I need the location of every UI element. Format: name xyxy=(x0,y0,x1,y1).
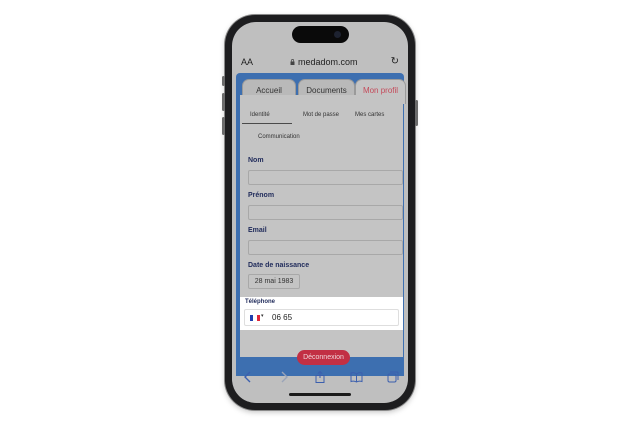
webpage: Accueil Documents Mon profil Identité Mo… xyxy=(236,73,406,376)
camera-icon xyxy=(334,31,341,38)
telephone-section: Téléphone ▾ 06 65 xyxy=(240,297,403,330)
dynamic-island xyxy=(292,26,349,43)
telephone-input[interactable]: ▾ 06 65 xyxy=(244,309,399,326)
volume-down-button xyxy=(222,117,225,135)
nom-field[interactable] xyxy=(248,170,403,185)
phone-screen: AA medadom.com ↻ Accueil Documents Mon p… xyxy=(232,22,408,403)
telephone-value[interactable]: 06 65 xyxy=(272,313,292,322)
telephone-label: Téléphone xyxy=(245,299,276,305)
url-text[interactable]: medadom.com xyxy=(298,57,358,67)
prenom-label: Prénom xyxy=(248,192,275,199)
tabs-icon[interactable] xyxy=(387,371,399,383)
email-label: Email xyxy=(248,227,267,234)
back-icon[interactable] xyxy=(242,371,254,383)
reader-settings-button[interactable]: AA xyxy=(241,57,253,67)
lock-icon xyxy=(290,59,295,65)
subtab-communication[interactable]: Communication xyxy=(258,134,300,140)
address-bar[interactable]: AA medadom.com ↻ xyxy=(232,55,408,71)
volume-up-button xyxy=(222,93,225,111)
logout-button[interactable]: Déconnexion xyxy=(297,350,350,365)
forward-icon[interactable] xyxy=(278,371,290,383)
prenom-field[interactable] xyxy=(248,205,403,220)
browser-toolbar xyxy=(232,368,408,390)
bookmarks-icon[interactable] xyxy=(350,371,363,383)
date-naissance-label: Date de naissance xyxy=(248,262,310,269)
reload-icon[interactable]: ↻ xyxy=(391,56,399,67)
chevron-down-icon[interactable]: ▾ xyxy=(261,313,264,319)
share-icon[interactable] xyxy=(314,371,326,383)
subtab-identite[interactable]: Identité xyxy=(250,112,270,118)
email-field[interactable] xyxy=(248,240,403,255)
subtab-mes-cartes[interactable]: Mes cartes xyxy=(355,112,384,118)
date-naissance-field[interactable]: 28 mai 1983 xyxy=(248,274,300,289)
subtab-active-underline xyxy=(242,123,292,124)
subtab-mot-de-passe[interactable]: Mot de passe xyxy=(303,112,339,118)
home-indicator[interactable] xyxy=(289,393,351,396)
silent-switch xyxy=(222,76,225,86)
nom-label: Nom xyxy=(248,157,264,164)
france-flag-icon[interactable] xyxy=(250,315,260,321)
power-button xyxy=(415,100,418,126)
